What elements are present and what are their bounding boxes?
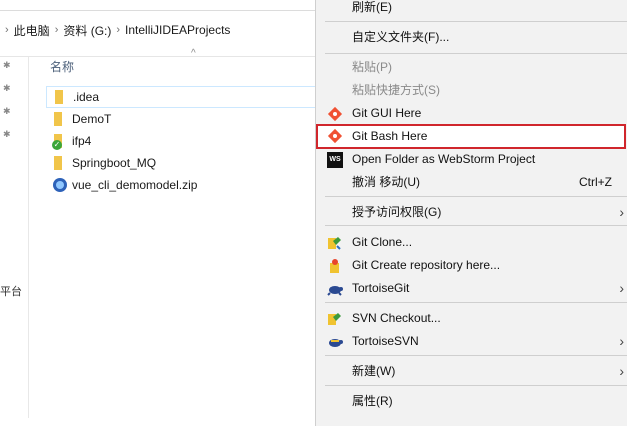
menu-separator — [325, 21, 627, 22]
menu-item-git-bash[interactable]: Git Bash Here — [316, 124, 626, 149]
list-item[interactable]: ✓ ifp4 — [46, 130, 321, 152]
menu-item-tortoisegit[interactable]: TortoiseGit › — [316, 277, 627, 300]
folder-synced-icon: ✓ — [52, 134, 62, 150]
menu-item-label: Open Folder as WebStorm Project — [352, 152, 536, 166]
breadcrumb-folder[interactable]: IntelliJIDEAProjects — [125, 23, 230, 37]
menu-item-git-clone[interactable]: Git Clone... — [316, 231, 627, 254]
menu-item-undo-move[interactable]: 撤消 移动(U) Ctrl+Z — [316, 171, 627, 194]
svn-checkout-icon — [327, 311, 343, 327]
zip-file-icon — [53, 178, 67, 192]
menu-item-label: Git GUI Here — [352, 106, 422, 120]
menu-item-label: 刷新(E) — [352, 0, 392, 14]
menu-item-label: 新建(W) — [352, 364, 396, 378]
pin-icon[interactable]: ✱ — [3, 107, 11, 116]
folder-icon — [55, 90, 63, 104]
toolbar-divider — [0, 0, 320, 11]
file-name: vue_cli_demomodel.zip — [72, 178, 198, 192]
sort-ascending-icon: ^ — [191, 48, 196, 59]
tortoisegit-icon — [327, 281, 343, 297]
list-item[interactable]: .idea — [46, 86, 321, 108]
tortoisegit-clone-icon — [327, 235, 343, 251]
file-list: .idea DemoT ✓ ifp4 Springboot_MQ vue_cli… — [46, 86, 321, 196]
menu-separator — [325, 196, 627, 197]
menu-item-paste[interactable]: 粘贴(P) — [316, 56, 627, 79]
folder-icon — [54, 156, 62, 170]
menu-item-tortoisesvn[interactable]: TortoiseSVN › — [316, 330, 627, 353]
menu-item-shortcut: Ctrl+Z — [579, 175, 612, 189]
file-name: ifp4 — [72, 134, 92, 148]
menu-separator — [325, 385, 627, 386]
menu-item-label: 撤消 移动(U) — [352, 175, 420, 189]
menu-item-label: 粘贴快捷方式(S) — [352, 83, 440, 97]
chevron-right-icon[interactable]: › — [5, 24, 9, 36]
chevron-right-icon[interactable]: › — [55, 24, 59, 36]
list-item[interactable]: vue_cli_demomodel.zip — [46, 174, 321, 196]
tortoisegit-create-repo-icon — [327, 258, 343, 274]
menu-item-customize-folder[interactable]: 自定义文件夹(F)... — [316, 26, 627, 49]
menu-item-refresh[interactable]: 刷新(E) — [316, 0, 627, 19]
menu-item-label: 授予访问权限(G) — [352, 205, 442, 219]
chevron-right-icon: › — [619, 204, 624, 220]
chevron-right-icon[interactable]: › — [116, 24, 120, 36]
menu-item-label: TortoiseGit — [352, 281, 410, 295]
menu-separator — [325, 302, 627, 303]
breadcrumb-drive[interactable]: 资料 (G:) — [63, 22, 111, 39]
pin-icon[interactable]: ✱ — [3, 84, 11, 93]
menu-item-label: SVN Checkout... — [352, 311, 441, 325]
menu-item-new[interactable]: 新建(W) › — [316, 360, 627, 383]
nav-item-cut-off[interactable]: 平台 — [0, 283, 22, 299]
breadcrumb-this-pc[interactable]: 此电脑 — [14, 22, 50, 39]
column-header-name[interactable]: 名称 — [50, 58, 74, 75]
chevron-right-icon: › — [619, 333, 624, 349]
menu-item-open-webstorm[interactable]: WS Open Folder as WebStorm Project — [316, 148, 627, 171]
context-menu: 刷新(E) 自定义文件夹(F)... 粘贴(P) 粘贴快捷方式(S) Git G… — [315, 0, 627, 426]
menu-separator — [325, 225, 627, 226]
menu-item-label: Git Bash Here — [352, 129, 428, 143]
menu-item-label: Git Clone... — [352, 235, 413, 249]
menu-item-label: 自定义文件夹(F)... — [352, 30, 450, 44]
menu-item-label: 粘贴(P) — [352, 60, 392, 74]
chevron-right-icon: › — [619, 363, 624, 379]
menu-item-properties[interactable]: 属性(R) — [316, 390, 627, 413]
tortoisesvn-icon — [327, 334, 343, 350]
menu-item-paste-shortcut[interactable]: 粘贴快捷方式(S) — [316, 79, 627, 102]
git-icon — [327, 128, 343, 144]
file-name: Springboot_MQ — [72, 156, 157, 170]
chevron-right-icon: › — [619, 280, 624, 296]
menu-item-label: Git Create repository here... — [352, 258, 501, 272]
file-name: DemoT — [72, 112, 112, 126]
check-icon: ✓ — [52, 140, 62, 150]
navigation-pane: ✱ ✱ ✱ ✱ 平台 — [0, 57, 29, 418]
menu-item-label: TortoiseSVN — [352, 334, 419, 348]
menu-separator — [325, 355, 627, 356]
pin-icon[interactable]: ✱ — [3, 130, 11, 139]
breadcrumb: › 此电脑 › 资料 (G:) › IntelliJIDEAProjects — [0, 20, 230, 40]
file-name: .idea — [73, 90, 100, 104]
menu-item-grant-access[interactable]: 授予访问权限(G) › — [316, 201, 627, 224]
pin-icon[interactable]: ✱ — [3, 61, 11, 70]
list-item[interactable]: Springboot_MQ — [46, 152, 321, 174]
menu-separator — [325, 53, 627, 54]
menu-item-git-gui[interactable]: Git GUI Here — [316, 102, 627, 125]
git-icon — [327, 106, 343, 122]
menu-item-svn-checkout[interactable]: SVN Checkout... — [316, 307, 627, 330]
folder-icon — [54, 112, 62, 126]
webstorm-icon: WS — [327, 152, 343, 168]
menu-item-git-create-repo[interactable]: Git Create repository here... — [316, 254, 627, 277]
list-item[interactable]: DemoT — [46, 108, 321, 130]
menu-item-label: 属性(R) — [352, 394, 393, 408]
